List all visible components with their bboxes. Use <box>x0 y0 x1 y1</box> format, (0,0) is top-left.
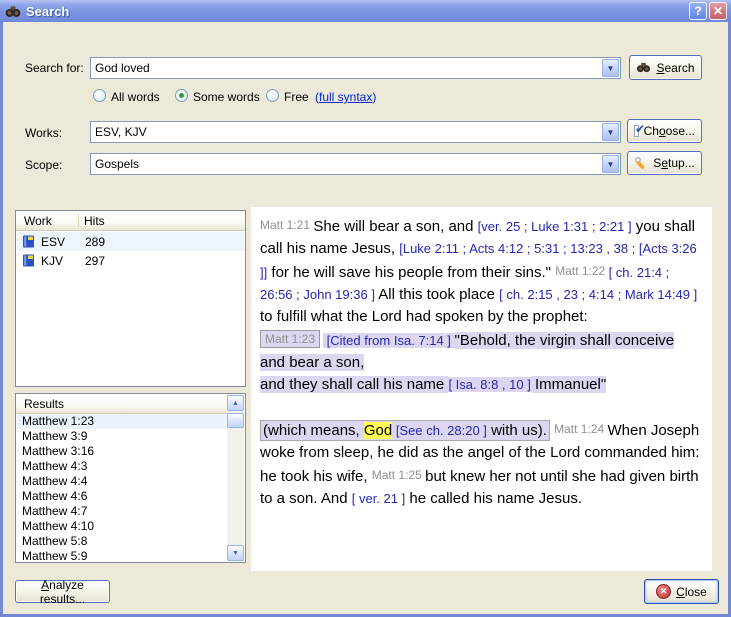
help-button[interactable]: ? <box>689 2 707 20</box>
list-item[interactable]: Matthew 1:23 <box>17 414 227 429</box>
works-dropdown-arrow-icon[interactable]: ▼ <box>602 123 619 141</box>
hits-table: Work Hits ESV 289 <box>15 210 246 387</box>
preview-text: (which means, <box>263 422 364 439</box>
book-icon <box>22 235 35 248</box>
preview-vref: Matt 1:25 <box>372 468 425 482</box>
preview-hit: God <box>364 422 392 439</box>
preview-vref: Matt 1:24 <box>554 422 607 436</box>
list-item[interactable]: Matthew 3:16 <box>17 444 227 459</box>
choose-works-button[interactable]: Choose... <box>627 119 702 143</box>
dialog-body: Search for: God loved ▼ Search All words… <box>3 22 728 614</box>
search-input[interactable]: God loved ▼ <box>90 57 621 79</box>
analyze-results-button[interactable]: Analyze results... <box>15 580 110 603</box>
table-row[interactable]: ESV 289 <box>17 232 244 251</box>
titlebar[interactable]: Search ? ✕ <box>0 0 731 22</box>
full-syntax-link[interactable]: (full syntax) <box>315 90 376 104</box>
preview-text: She will bear a son, and <box>313 218 477 235</box>
close-window-button[interactable]: ✕ <box>709 2 727 20</box>
results-header[interactable]: Results <box>16 394 228 414</box>
results-scrollbar[interactable]: ▲ ▼ <box>227 395 244 561</box>
column-separator[interactable] <box>78 214 79 227</box>
scope-select-value[interactable]: Gospels <box>91 157 602 171</box>
table-row[interactable]: KJV 297 <box>17 251 244 270</box>
preview-xref[interactable]: [See ch. 28:20 ] <box>392 423 487 438</box>
column-hits[interactable]: Hits <box>84 214 105 228</box>
list-item[interactable]: Matthew 4:7 <box>17 504 227 519</box>
results-header-label: Results <box>24 397 64 411</box>
preview-text: All this took place <box>375 286 499 303</box>
preview-vref: Matt 1:22 <box>555 264 608 278</box>
setup-button-label: Setup... <box>653 156 694 170</box>
search-dialog: Search ? ✕ Search for: God loved ▼ Searc… <box>0 0 731 617</box>
binoculars-icon <box>636 62 651 73</box>
search-dropdown-arrow-icon[interactable]: ▼ <box>602 59 619 77</box>
preview-text: for he will save his people from their s… <box>267 264 555 281</box>
preview-vref: Matt 1:23 <box>260 330 320 348</box>
setup-scope-button[interactable]: Setup... <box>627 151 702 175</box>
work-name: KJV <box>41 254 63 268</box>
results-items: Matthew 1:23 Matthew 3:9 Matthew 3:16 Ma… <box>17 414 227 561</box>
search-for-label: Search for: <box>25 61 84 75</box>
hits-table-header[interactable]: Work Hits <box>16 211 245 231</box>
scroll-down-icon[interactable]: ▼ <box>227 545 244 561</box>
radio-all-words-label: All words <box>111 90 160 104</box>
radio-some-words[interactable] <box>175 89 188 102</box>
preview-vref: Matt 1:21 <box>260 218 313 232</box>
works-select-value[interactable]: ESV, KJV <box>91 125 602 139</box>
radio-free-label: Free <box>284 90 309 104</box>
preview-text: he called his name Jesus. <box>405 490 582 507</box>
results-list: Results Matthew 1:23 Matthew 3:9 Matthew… <box>15 393 246 563</box>
scrollbar-thumb[interactable] <box>227 413 244 428</box>
hit-count: 289 <box>85 235 105 249</box>
list-item[interactable]: Matthew 4:3 <box>17 459 227 474</box>
wrench-icon <box>634 156 648 170</box>
preview-xref[interactable]: [ ch. 2:15 , 23 ; 4:14 ; Mark 14:49 ] <box>499 287 697 302</box>
preview-text[interactable]: Matt 1:21 She will bear a son, and [ver.… <box>251 207 712 571</box>
preview-xref[interactable]: [ Isa. 8:8 , 10 ] <box>448 377 530 392</box>
list-item[interactable]: Matthew 5:8 <box>17 534 227 549</box>
hit-count: 297 <box>85 254 105 268</box>
scope-select[interactable]: Gospels ▼ <box>90 153 621 175</box>
works-select[interactable]: ESV, KJV ▼ <box>90 121 621 143</box>
list-item[interactable]: Matthew 3:9 <box>17 429 227 444</box>
checkmark-icon <box>634 125 639 137</box>
close-button[interactable]: ✕ Close <box>644 579 719 604</box>
red-x-icon: ✕ <box>656 584 671 599</box>
radio-all-words[interactable] <box>93 89 106 102</box>
scope-dropdown-arrow-icon[interactable]: ▼ <box>602 155 619 173</box>
list-item[interactable]: Matthew 5:9 <box>17 549 227 561</box>
search-button-label: Search <box>656 61 694 75</box>
preview-text: to fulfill what the Lord had spoken by t… <box>260 308 588 325</box>
preview-verse-box: (which means, God [See ch. 28:20 ] with … <box>260 420 550 441</box>
choose-button-label: Choose... <box>644 124 695 138</box>
book-icon <box>22 254 35 267</box>
close-button-label: Close <box>676 585 707 599</box>
preview-text: with us). <box>487 422 547 439</box>
analyze-button-label: Analyze results... <box>22 578 103 606</box>
works-label: Works: <box>25 126 62 140</box>
preview-text: Immanuel" <box>531 376 606 393</box>
preview-xref[interactable]: [ver. 25 ; Luke 1:31 ; 2:21 ] <box>478 219 632 234</box>
window-title: Search <box>26 4 69 19</box>
scroll-up-icon[interactable]: ▲ <box>227 395 244 411</box>
work-name: ESV <box>41 235 65 249</box>
preview-text: and they shall call his name <box>260 376 448 393</box>
list-item[interactable]: Matthew 4:6 <box>17 489 227 504</box>
search-input-value[interactable]: God loved <box>91 61 602 75</box>
preview-xref[interactable]: [ ver. 21 ] <box>352 491 405 506</box>
radio-free[interactable] <box>266 89 279 102</box>
list-item[interactable]: Matthew 4:4 <box>17 474 227 489</box>
column-work[interactable]: Work <box>24 214 52 228</box>
radio-some-words-label: Some words <box>193 90 260 104</box>
scope-label: Scope: <box>25 158 62 172</box>
binoculars-icon <box>5 5 21 18</box>
search-button[interactable]: Search <box>629 55 702 80</box>
list-item[interactable]: Matthew 4:10 <box>17 519 227 534</box>
preview-xref[interactable]: [Cited from Isa. 7:14 ] <box>323 333 455 348</box>
